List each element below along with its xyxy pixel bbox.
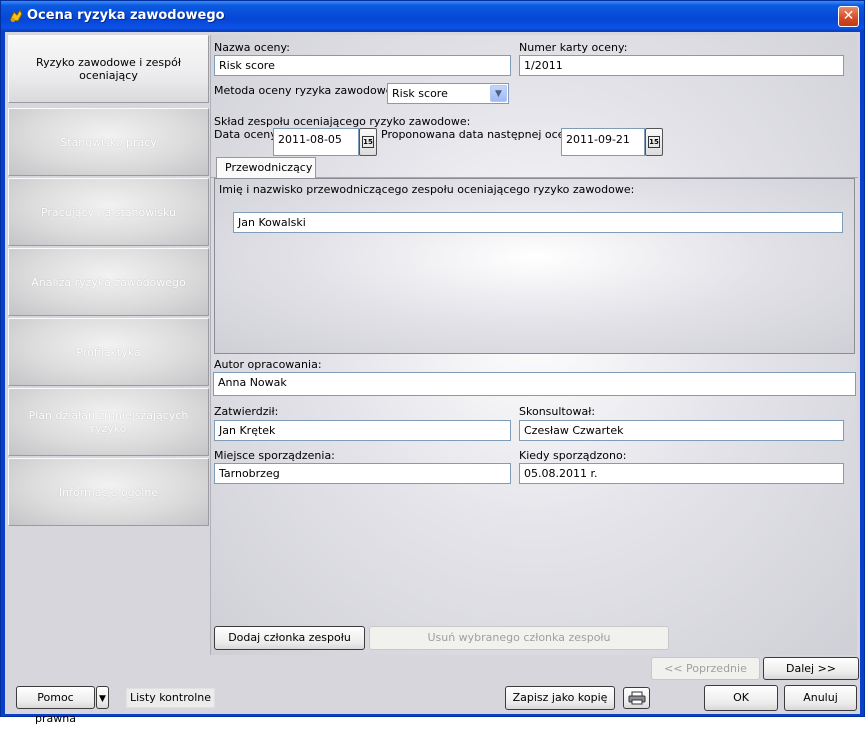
next-button[interactable]: Dalej >> bbox=[763, 657, 859, 680]
card-number-label: Numer karty oceny: bbox=[519, 41, 628, 54]
consulted-label: Skonsultował: bbox=[519, 405, 596, 418]
chairman-input[interactable]: Jan Kowalski bbox=[233, 212, 843, 233]
approved-input[interactable]: Jan Krętek bbox=[214, 420, 511, 441]
nav-item-workstation[interactable]: Stanowisko pracy bbox=[8, 108, 209, 176]
nav-item-label: Informacje ogólne bbox=[58, 485, 159, 499]
legal-help-button[interactable]: Pomoc prawna bbox=[16, 686, 95, 725]
main-window: Ocena ryzyka zawodowego ✕ Ryzyko zawodow… bbox=[0, 0, 865, 725]
save-copy-button[interactable]: Zapisz jako kopię bbox=[505, 686, 615, 710]
app-icon bbox=[9, 8, 23, 22]
nav-item-label: Profilaktyka bbox=[76, 345, 141, 359]
nav-item-action-plan[interactable]: Plan działań zmniejszających ryzyko bbox=[8, 388, 209, 456]
tab-content-chairman: Imię i nazwisko przewodniczącego zespołu… bbox=[214, 178, 855, 354]
consulted-input[interactable]: Czesław Czwartek bbox=[519, 420, 844, 441]
close-icon: ✕ bbox=[842, 8, 855, 24]
nav-item-label: Plan działań zmniejszających ryzyko bbox=[28, 409, 189, 435]
card-number-input[interactable]: 1/2011 bbox=[519, 55, 844, 76]
print-button[interactable] bbox=[623, 687, 650, 709]
window-title: Ocena ryzyka zawodowego bbox=[27, 8, 225, 23]
nav-item-label: Pracujący na stanowisku bbox=[40, 205, 177, 219]
printer-icon bbox=[628, 691, 645, 705]
nav-item-label: Analiza ryzyka zawodowego bbox=[31, 275, 186, 289]
calendar-icon: 15 bbox=[362, 136, 374, 148]
ok-button[interactable]: OK bbox=[704, 685, 778, 711]
nav-item-workers[interactable]: Pracujący na stanowisku bbox=[8, 178, 209, 246]
method-select[interactable]: Risk score ▼ bbox=[387, 83, 509, 104]
form-panel: Nazwa oceny: Risk score Numer karty ocen… bbox=[210, 35, 858, 655]
place-input[interactable]: Tarnobrzeg bbox=[214, 463, 511, 484]
next-date-input[interactable]: 2011-09-21 bbox=[561, 128, 645, 156]
next-date-label: Proponowana data następnej oceny: bbox=[381, 128, 581, 141]
approved-label: Zatwierdził: bbox=[214, 405, 279, 418]
nav-item-risk-team[interactable]: Ryzyko zawodowe i zespół oceniający bbox=[8, 35, 209, 103]
legal-help-dropdown[interactable]: ▼ bbox=[96, 686, 109, 709]
add-member-button[interactable]: Dodaj członka zespołu bbox=[214, 626, 365, 650]
assessment-date-input[interactable]: 2011-08-05 bbox=[273, 128, 359, 156]
when-input[interactable]: 05.08.2011 r. bbox=[519, 463, 844, 484]
calendar-icon: 15 bbox=[648, 136, 660, 148]
nav-item-risk-analysis[interactable]: Analiza ryzyka zawodowego bbox=[8, 248, 209, 316]
section-nav: Ryzyko zawodowe i zespół oceniający Stan… bbox=[8, 35, 209, 655]
team-composition-label: Skład zespołu oceniającego ryzyko zawodo… bbox=[214, 115, 471, 128]
nav-item-label: Stanowisko pracy bbox=[60, 135, 157, 149]
nav-item-label: Ryzyko zawodowe i zespół oceniający bbox=[36, 56, 181, 82]
author-input[interactable]: Anna Nowak bbox=[213, 372, 856, 396]
cancel-button[interactable]: Anuluj bbox=[784, 685, 857, 711]
close-button[interactable]: ✕ bbox=[838, 6, 859, 27]
method-label: Metoda oceny ryzyka zawodowego: bbox=[214, 84, 410, 97]
nav-item-prevention[interactable]: Profilaktyka bbox=[8, 318, 209, 386]
remove-member-button[interactable]: Usuń wybranego członka zespołu bbox=[369, 626, 669, 650]
method-select-value: Risk score bbox=[392, 87, 448, 100]
tab-chairman[interactable]: Przewodniczący bbox=[216, 157, 316, 178]
assessment-name-label: Nazwa oceny: bbox=[214, 41, 290, 54]
assessment-date-calendar-button[interactable]: 15 bbox=[359, 128, 377, 156]
chevron-down-icon[interactable]: ▼ bbox=[490, 85, 507, 102]
author-label: Autor opracowania: bbox=[214, 358, 322, 371]
client-area: Ryzyko zawodowe i zespół oceniający Stan… bbox=[5, 32, 860, 725]
previous-button[interactable]: << Poprzednie bbox=[651, 657, 760, 680]
chairman-label: Imię i nazwisko przewodniczącego zespołu… bbox=[219, 183, 635, 196]
title-bar[interactable]: Ocena ryzyka zawodowego ✕ bbox=[1, 1, 864, 31]
chevron-down-icon: ▼ bbox=[99, 694, 106, 704]
when-label: Kiedy sporządzono: bbox=[519, 449, 627, 462]
checklists-button[interactable]: Listy kontrolne bbox=[126, 688, 215, 708]
assessment-name-input[interactable]: Risk score bbox=[214, 55, 511, 76]
assessment-date-label: Data oceny: bbox=[214, 128, 280, 141]
nav-item-general-info[interactable]: Informacje ogólne bbox=[8, 458, 209, 526]
place-label: Miejsce sporządzenia: bbox=[214, 449, 335, 462]
next-date-calendar-button[interactable]: 15 bbox=[645, 128, 663, 156]
